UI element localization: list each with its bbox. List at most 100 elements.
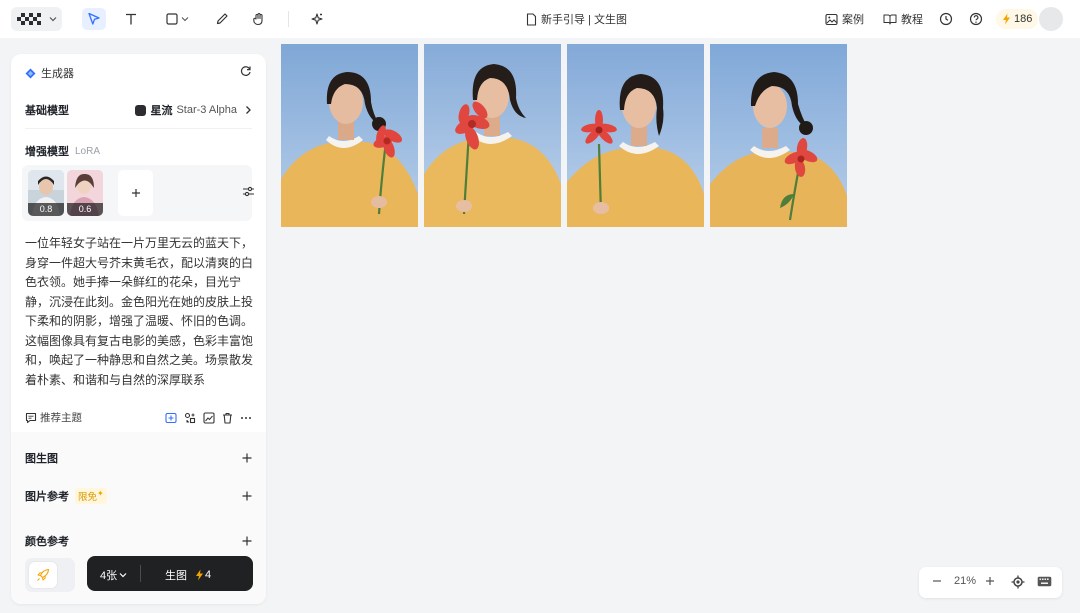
portrait-image xyxy=(424,44,561,227)
plus-icon[interactable] xyxy=(242,491,252,501)
lora-tag: LoRA xyxy=(75,145,101,157)
keyboard-icon xyxy=(1037,576,1052,587)
gallery-icon xyxy=(825,13,838,25)
prompt-textarea[interactable]: 一位年轻女子站在一片万里无云的蓝天下，身穿一件超大号芥末黄毛衣，配以清爽的白色衣… xyxy=(25,234,255,390)
base-model-version: Star-3 Alpha xyxy=(176,104,237,116)
prompt-toolbar: 推荐主题 xyxy=(25,410,252,425)
fast-mode-toggle[interactable] xyxy=(25,558,75,592)
base-model-selector[interactable]: 星流 Star-3 Alpha xyxy=(135,102,252,118)
generate-cost: 4 xyxy=(195,569,211,581)
enhance-model-label: 增强模型 xyxy=(25,146,69,158)
generate-button[interactable]: 生图 4 xyxy=(165,567,211,583)
document-icon xyxy=(526,12,537,26)
reset-button[interactable] xyxy=(240,65,252,80)
text-tool-button[interactable] xyxy=(119,8,143,30)
hand-tool-button[interactable] xyxy=(247,8,271,30)
history-button[interactable] xyxy=(938,11,954,27)
color-reference-label: 颜色参考 xyxy=(25,536,69,548)
enhance-model-row: 增强模型 LoRA xyxy=(25,143,100,159)
top-toolbar: 新手引导 | 文生图 案例 教程 186 xyxy=(0,0,1080,38)
image-count-selector[interactable]: 4张 xyxy=(100,567,127,583)
base-model-label: 基础模型 xyxy=(25,105,69,117)
user-avatar[interactable] xyxy=(1039,7,1063,31)
recommend-theme-button[interactable]: 推荐主题 xyxy=(25,410,82,425)
book-icon xyxy=(883,14,897,25)
generated-image[interactable] xyxy=(567,44,704,227)
plus-icon xyxy=(131,189,140,197)
tutorial-label: 教程 xyxy=(901,14,923,26)
chevron-right-icon xyxy=(246,106,251,114)
generate-bar: 4张 生图 4 xyxy=(25,556,253,592)
shortcuts-button[interactable] xyxy=(1037,576,1052,587)
model-logo-icon xyxy=(135,104,147,116)
document-title-text: 新手引导 | 文生图 xyxy=(541,14,627,26)
tutorial-link[interactable]: 教程 xyxy=(883,11,923,27)
lora-weight: 0.8 xyxy=(28,203,64,216)
generated-image[interactable] xyxy=(710,44,847,227)
bolt-icon xyxy=(196,569,203,581)
portrait-image xyxy=(567,44,704,227)
cases-label: 案例 xyxy=(842,14,864,26)
generated-image[interactable] xyxy=(281,44,418,227)
toolbar-divider xyxy=(288,11,289,27)
credits-badge[interactable]: 186 xyxy=(996,9,1039,29)
plus-icon[interactable] xyxy=(242,536,252,546)
recommend-theme-label: 推荐主题 xyxy=(40,412,82,424)
trash-icon[interactable] xyxy=(222,412,233,424)
clock-icon xyxy=(939,12,953,26)
lora-thumbnail[interactable]: 0.6 xyxy=(67,170,103,216)
zoom-in-button[interactable] xyxy=(985,576,995,586)
plus-icon[interactable] xyxy=(242,453,252,463)
logo-icon xyxy=(17,13,41,25)
document-title[interactable]: 新手引导 | 文生图 xyxy=(526,11,627,27)
chevron-down-icon xyxy=(49,17,57,22)
lora-settings-button[interactable] xyxy=(242,185,255,201)
img2img-row[interactable]: 图生图 xyxy=(25,450,252,466)
base-model-row[interactable]: 基础模型 星流 Star-3 Alpha xyxy=(25,102,252,118)
generate-cost-value: 4 xyxy=(205,569,212,581)
generated-image[interactable] xyxy=(424,44,561,227)
sparkle-icon: ✦ xyxy=(97,489,104,498)
ai-expand-icon[interactable] xyxy=(165,412,177,424)
button-divider xyxy=(140,565,141,582)
magic-tool-button[interactable] xyxy=(305,8,329,30)
chevron-down-icon xyxy=(181,17,188,22)
color-reference-row[interactable]: 颜色参考 xyxy=(25,533,252,549)
add-lora-button[interactable] xyxy=(118,170,153,216)
pen-tool-button[interactable] xyxy=(210,8,234,30)
rocket-icon xyxy=(37,568,50,581)
sparkle-icon xyxy=(311,13,323,25)
text-icon xyxy=(126,13,136,25)
zoom-level[interactable]: 21% xyxy=(954,575,976,587)
more-icon[interactable] xyxy=(240,412,252,424)
chevron-down-icon xyxy=(119,573,127,578)
logo-menu-button[interactable] xyxy=(11,7,62,31)
hand-icon xyxy=(253,12,263,26)
portrait-image xyxy=(281,44,418,227)
refresh-icon xyxy=(240,66,251,76)
image-reference-label: 图片参考 xyxy=(25,491,69,503)
image-reference-row[interactable]: 图片参考 限免✦ xyxy=(25,488,252,504)
image-count-label: 4张 xyxy=(100,570,118,582)
translate-icon[interactable] xyxy=(184,412,196,424)
zoom-controls: 21% xyxy=(919,567,1062,598)
prompt-actions xyxy=(165,411,252,424)
image-to-prompt-icon[interactable] xyxy=(203,411,215,424)
fit-view-button[interactable] xyxy=(1011,575,1025,589)
help-button[interactable] xyxy=(968,11,984,27)
panel-title: 生成器 xyxy=(41,68,74,80)
generate-button-group: 4张 生图 4 xyxy=(87,556,253,591)
generator-panel: 生成器 基础模型 星流 Star-3 Alpha 增强模型 LoRA 0.8 0… xyxy=(11,54,266,604)
locate-icon xyxy=(1011,575,1025,589)
zoom-out-button[interactable] xyxy=(932,576,942,586)
divider xyxy=(25,128,252,129)
select-tool-button[interactable] xyxy=(82,8,106,30)
cases-link[interactable]: 案例 xyxy=(825,11,864,27)
lora-thumbnail[interactable]: 0.8 xyxy=(28,170,64,216)
shape-tool-button[interactable] xyxy=(162,8,192,30)
generator-icon xyxy=(25,68,36,78)
square-icon xyxy=(165,13,178,25)
img2img-label: 图生图 xyxy=(25,453,58,465)
generate-label: 生图 xyxy=(165,570,187,582)
plus-icon xyxy=(986,577,994,585)
